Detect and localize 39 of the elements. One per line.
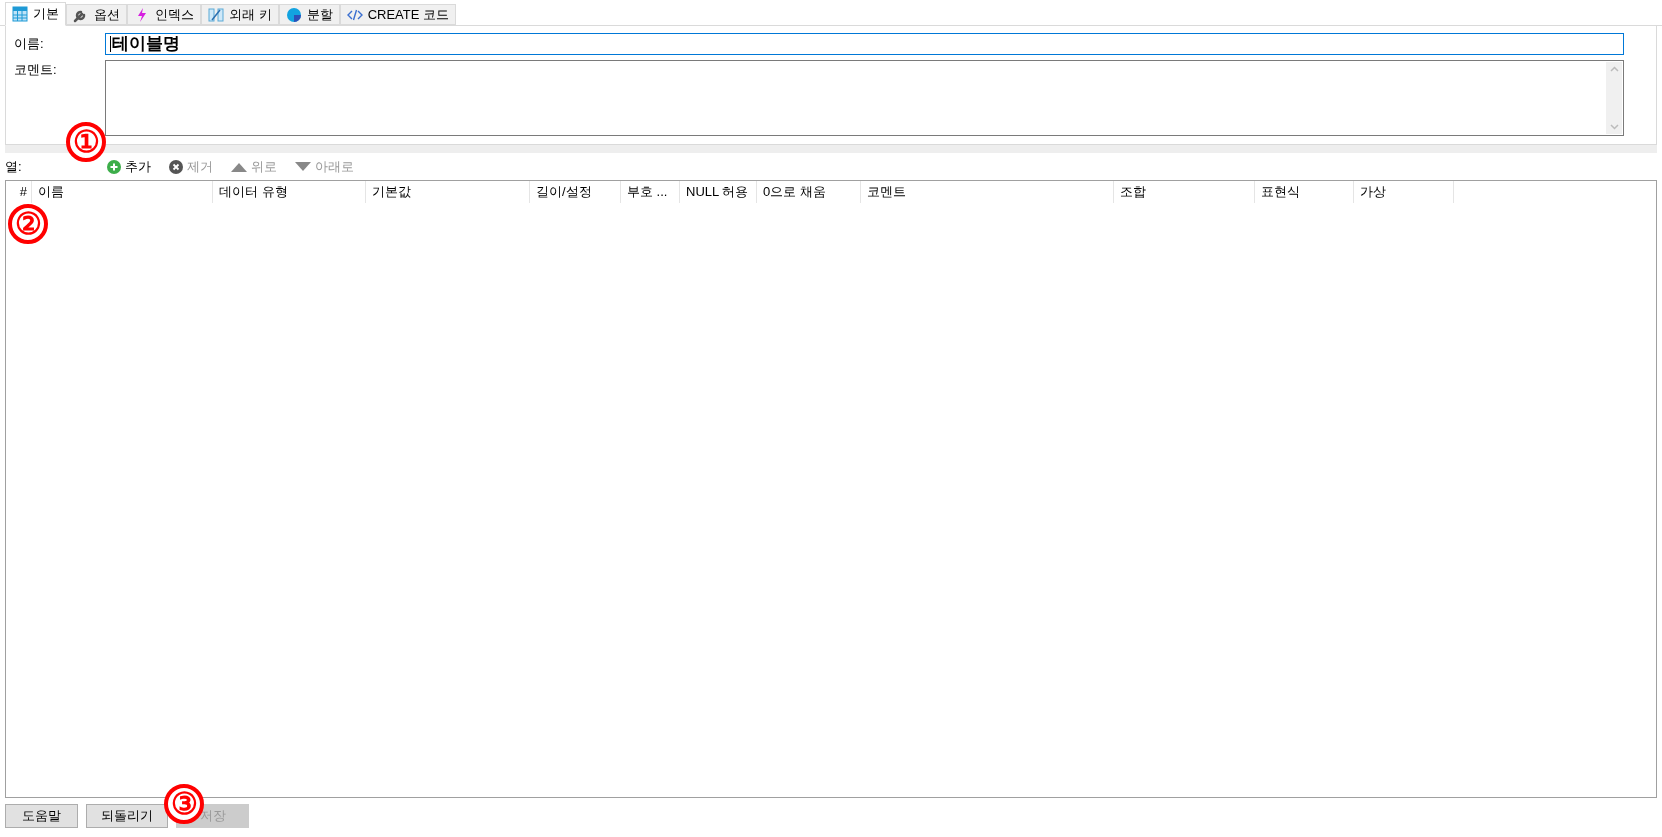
- tab[interactable]: 인덱스: [127, 4, 201, 25]
- tab[interactable]: 외래 키: [201, 4, 279, 25]
- pie-chart-icon: [285, 6, 302, 23]
- tab[interactable]: 기본: [5, 2, 66, 26]
- tab[interactable]: 분할: [278, 4, 340, 25]
- chevron-down-icon: [1609, 124, 1619, 130]
- triangle-up-icon: [231, 161, 247, 172]
- tab[interactable]: 옵션: [66, 4, 127, 25]
- column-header[interactable]: 길이/설정: [530, 181, 621, 203]
- tab[interactable]: CREATE 코드: [339, 4, 456, 25]
- annotation-marker: ③: [164, 784, 204, 824]
- column-header[interactable]: 부호 ...: [621, 181, 680, 203]
- annotation-marker: ①: [66, 122, 106, 162]
- annotation-marker: ②: [8, 204, 48, 244]
- column-header[interactable]: 가상: [1354, 181, 1454, 203]
- plus-icon: [107, 159, 121, 174]
- columns-label: 열:: [5, 157, 23, 176]
- toolbar-button[interactable]: 추가: [107, 156, 151, 177]
- column-header[interactable]: 코멘트: [861, 181, 1114, 203]
- field-label: 코멘트:: [13, 61, 58, 79]
- column-header[interactable]: 0으로 채움: [757, 181, 861, 203]
- chevron-up-icon: [1609, 66, 1619, 72]
- close-icon: [169, 159, 183, 174]
- column-header[interactable]: 기본값: [366, 181, 530, 203]
- name-field[interactable]: 테이블명: [105, 33, 1624, 55]
- field-label: 이름:: [13, 35, 45, 54]
- table-icon: [12, 6, 28, 22]
- column-header[interactable]: 이름: [32, 181, 213, 203]
- column-header[interactable]: #: [6, 181, 32, 203]
- column-header[interactable]: 표현식: [1255, 181, 1354, 203]
- columns-icon: [208, 6, 224, 23]
- column-header[interactable]: NULL 허용: [680, 181, 757, 203]
- dialog-button[interactable]: 도움말: [5, 804, 78, 828]
- column-header[interactable]: 조합: [1114, 181, 1255, 203]
- comment-field[interactable]: [105, 60, 1624, 136]
- dialog-button[interactable]: 되돌리기: [86, 804, 168, 828]
- scrollbar[interactable]: [1606, 62, 1622, 134]
- column-header[interactable]: 데이터 유형: [213, 181, 366, 203]
- triangle-down-icon: [295, 161, 311, 172]
